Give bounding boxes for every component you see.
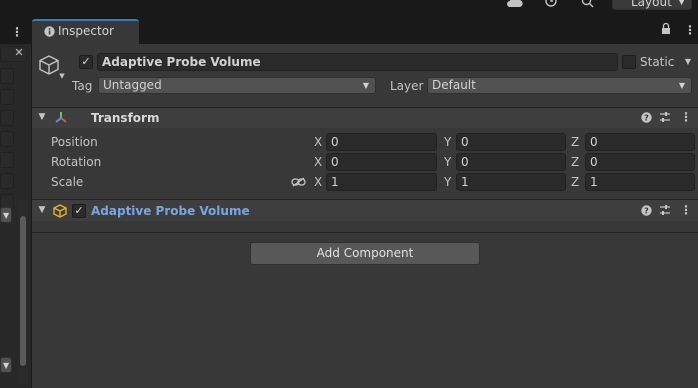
component-title: Adaptive Probe Volume	[91, 204, 250, 218]
rotation-label: Rotation	[51, 155, 102, 169]
left-panel-row[interactable]	[0, 152, 14, 168]
tag-value: Untagged	[103, 78, 162, 92]
scale-y-field[interactable]: 1	[456, 173, 566, 191]
axis-z-label: Z	[571, 175, 580, 189]
left-panel-row[interactable]	[0, 110, 14, 126]
scale-z-field[interactable]: 1	[585, 173, 695, 191]
chevron-down-icon: ▼	[678, 0, 685, 7]
help-icon[interactable]: ?	[640, 205, 652, 217]
layer-value: Default	[432, 78, 476, 92]
constrain-proportions-icon[interactable]	[290, 176, 306, 188]
info-icon	[43, 26, 55, 38]
left-panel-row[interactable]	[0, 131, 14, 147]
chevron-down-icon[interactable]: ▼	[683, 57, 693, 67]
axis-x-label: X	[314, 175, 323, 189]
more-options-icon[interactable]: ⋮	[684, 23, 696, 37]
close-icon[interactable]: ✕	[12, 46, 26, 60]
chevron-down-icon: ▼	[3, 361, 10, 370]
foldout-arrow-icon[interactable]: ▼	[37, 112, 47, 122]
cube-icon	[38, 54, 60, 76]
tag-label: Tag	[72, 79, 93, 93]
svg-text:?: ?	[644, 114, 649, 123]
left-panel-row[interactable]	[0, 173, 14, 189]
axis-x-label: X	[314, 155, 323, 169]
layout-label: Layout	[631, 0, 672, 9]
more-options-icon[interactable]: ⋮	[680, 203, 692, 217]
axis-y-label: Y	[444, 155, 452, 169]
scale-label: Scale	[51, 175, 84, 189]
component-enabled-checkbox[interactable]: ✓	[72, 204, 86, 218]
divider	[32, 232, 698, 233]
transform-icon	[54, 111, 68, 125]
search-icon[interactable]	[580, 0, 596, 10]
history-icon[interactable]	[543, 0, 559, 10]
object-name-field[interactable]: Adaptive Probe Volume	[97, 53, 618, 71]
transform-title: Transform	[91, 111, 160, 125]
chevron-down-icon[interactable]: ▼	[58, 72, 66, 80]
rotation-x-field[interactable]: 0	[326, 153, 437, 171]
chevron-down-icon: ▼	[3, 211, 10, 220]
static-label: Static	[640, 55, 675, 69]
scrollbar[interactable]	[18, 200, 28, 384]
left-panel-row[interactable]	[0, 89, 14, 105]
more-options-icon[interactable]: ⋮	[11, 25, 23, 39]
axis-x-label: X	[314, 135, 323, 149]
axis-y-label: Y	[444, 175, 452, 189]
scrollbar-thumb[interactable]	[20, 216, 26, 366]
presets-icon[interactable]	[659, 111, 671, 123]
scale-x-field[interactable]: 1	[326, 173, 437, 191]
layer-dropdown[interactable]: Default ▼	[427, 77, 692, 94]
rotation-z-field[interactable]: 0	[585, 153, 695, 171]
position-x-field[interactable]: 0	[326, 133, 437, 151]
tab-label: Inspector	[58, 24, 114, 38]
axis-z-label: Z	[571, 135, 580, 149]
layer-label: Layer	[390, 79, 424, 93]
layout-dropdown[interactable]: Layout ▼	[612, 0, 692, 10]
left-panel-row[interactable]	[0, 68, 14, 84]
axis-z-label: Z	[571, 155, 580, 169]
foldout-arrow-icon[interactable]: ▼	[37, 205, 47, 215]
tag-dropdown[interactable]: Untagged ▼	[98, 77, 376, 94]
axis-y-label: Y	[444, 135, 452, 149]
position-z-field[interactable]: 0	[585, 133, 695, 151]
position-y-field[interactable]: 0	[456, 133, 566, 151]
left-panel-dropdown[interactable]: ▼	[0, 207, 12, 223]
probe-volume-icon	[53, 204, 67, 218]
add-component-button[interactable]: Add Component	[250, 242, 480, 265]
position-label: Position	[51, 135, 98, 149]
chevron-down-icon: ▼	[362, 81, 369, 90]
help-icon[interactable]: ?	[640, 112, 652, 124]
active-checkbox[interactable]: ✓	[79, 55, 93, 69]
cloud-icon[interactable]	[506, 0, 524, 11]
chevron-down-icon: ▼	[678, 81, 685, 90]
left-panel-dropdown[interactable]: ▼	[0, 357, 12, 373]
lock-icon[interactable]	[660, 22, 672, 37]
rotation-y-field[interactable]: 0	[456, 153, 566, 171]
svg-text:?: ?	[644, 207, 649, 216]
presets-icon[interactable]	[659, 204, 671, 216]
static-checkbox[interactable]	[622, 55, 636, 69]
more-options-icon[interactable]: ⋮	[680, 110, 692, 124]
